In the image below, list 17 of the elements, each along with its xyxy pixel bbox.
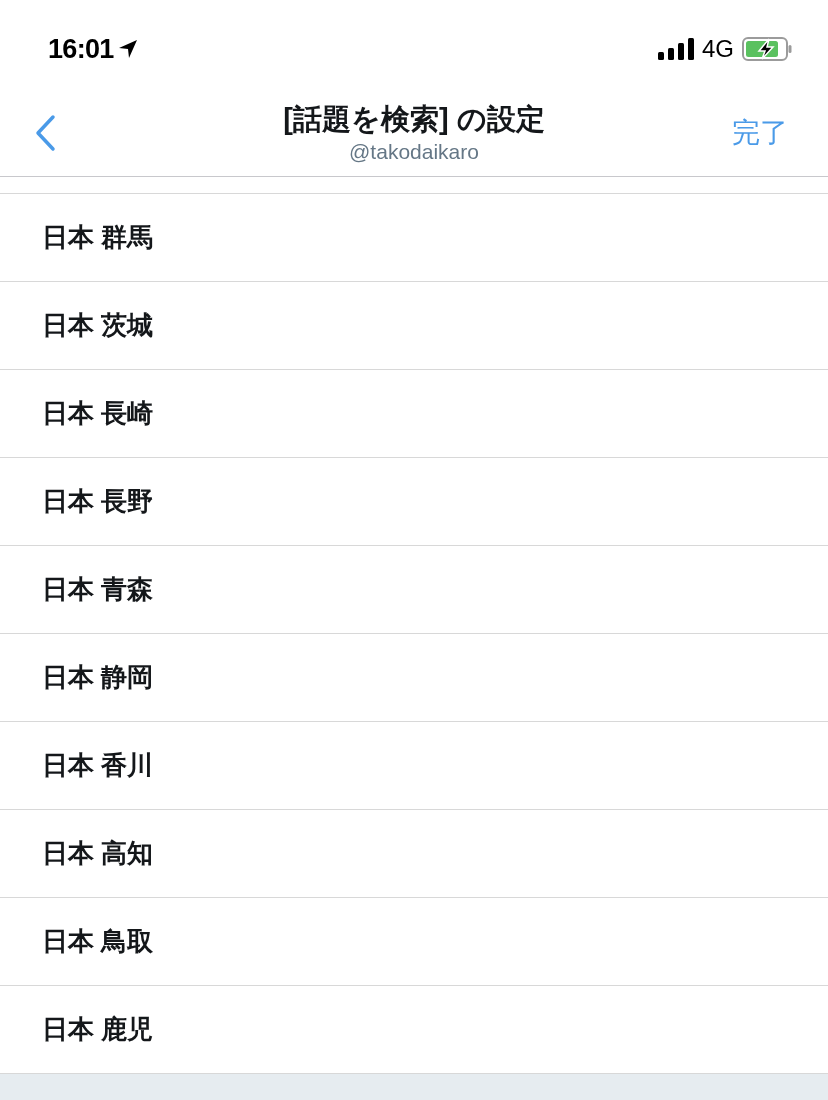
location-list-item[interactable]: 日本 青森 (0, 546, 828, 634)
back-chevron-icon (34, 114, 56, 152)
header-username: @takodaikaro (349, 139, 479, 165)
header-title: [話題を検索] の設定 (283, 102, 545, 137)
location-list-item[interactable]: 日本 茨城 (0, 282, 828, 370)
location-arrow-icon (117, 39, 138, 59)
location-list-item[interactable]: 日本 長崎 (0, 370, 828, 458)
location-list-item[interactable]: 日本 静岡 (0, 634, 828, 722)
location-list-item[interactable]: 日本 群馬 (0, 194, 828, 282)
location-list-item[interactable]: 日本 香川 (0, 722, 828, 810)
location-list-item[interactable]: 日本 高知 (0, 810, 828, 898)
location-list-item[interactable]: 日本 鳥取 (0, 898, 828, 986)
location-list-item[interactable]: 日本 長野 (0, 458, 828, 546)
status-time: 16:01 (48, 35, 114, 63)
signal-icon (658, 38, 694, 60)
network-label: 4G (702, 37, 734, 61)
battery-charging-icon (742, 37, 792, 61)
